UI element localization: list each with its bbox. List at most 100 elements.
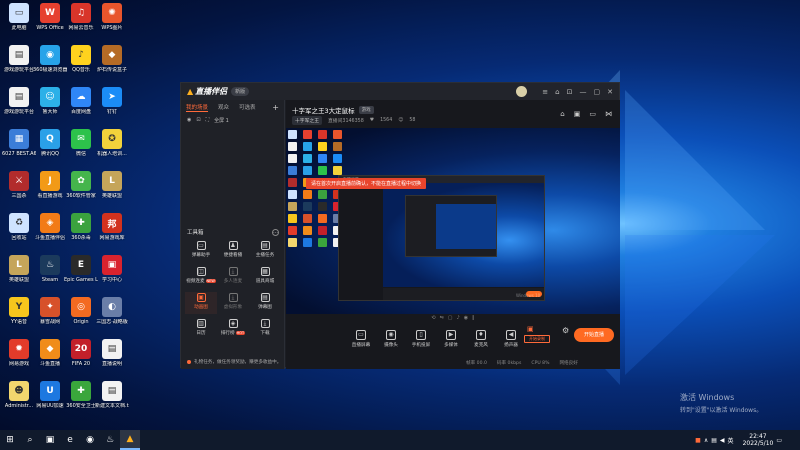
desktop-icon[interactable]: ♻ 回收站 bbox=[2, 213, 36, 249]
desktop-icon[interactable]: ▤ 新建文本文档.txt bbox=[95, 381, 129, 417]
desktop-icon[interactable]: ▣ 学习中心 bbox=[95, 255, 129, 291]
tool-item[interactable]: ◫ 视频连麦 NEW bbox=[185, 266, 217, 288]
task-view-icon[interactable]: ▣ bbox=[40, 430, 60, 450]
desktop-icon[interactable]: ✺ WPS图片 bbox=[95, 3, 129, 39]
desktop-icon[interactable]: Q 腾讯QQ bbox=[33, 129, 67, 165]
desktop-icon[interactable]: ☻ Administr... bbox=[2, 381, 36, 417]
desktop-icon[interactable]: ▭ 此电脑 bbox=[2, 3, 36, 39]
avatar[interactable] bbox=[516, 86, 528, 97]
desktop-icon[interactable]: ➤ 钉钉 bbox=[95, 87, 129, 123]
eye-icon[interactable]: ◉ bbox=[187, 117, 191, 123]
tool-item[interactable]: ▭ 弹幕助手 bbox=[185, 240, 217, 262]
network-icon[interactable]: ▤ bbox=[711, 437, 717, 444]
settings-icon[interactable]: ⚙ bbox=[562, 326, 569, 335]
source-button[interactable]: ▭ 直播屏幕 bbox=[346, 330, 376, 348]
tab-audience[interactable]: 观众 bbox=[218, 103, 229, 111]
maximize-icon[interactable]: ▢ bbox=[594, 88, 601, 96]
tool-item[interactable]: ⤓ 虚拟形象 bbox=[217, 292, 249, 314]
input-method[interactable]: 英 bbox=[728, 436, 734, 445]
bag-icon[interactable]: ▣ bbox=[574, 110, 581, 118]
desktop-icon[interactable]: ▤ 直播说明 bbox=[95, 339, 129, 375]
desktop-icon[interactable]: ✉ 微信 bbox=[64, 129, 98, 165]
source-button[interactable]: ♦ 麦克风 bbox=[466, 330, 496, 348]
desktop-icon[interactable]: 20 FIFA 20 bbox=[64, 339, 98, 375]
tray-chevron-icon[interactable]: ∧ bbox=[704, 437, 708, 444]
desktop-icon[interactable]: ✪ 机器人培训... bbox=[95, 129, 129, 165]
notification-center-icon[interactable]: ▭ bbox=[776, 437, 782, 444]
tool-item[interactable]: ▤ 主播任务 bbox=[249, 240, 281, 262]
desktop-icon[interactable]: ☺ 鲁大师 bbox=[33, 87, 67, 123]
source-button[interactable]: ▶ 多媒体 bbox=[436, 330, 466, 348]
desktop-icon[interactable]: L 英雄联盟 bbox=[2, 255, 36, 291]
desktop-icon[interactable]: ▤ 游戏游玩平台 bbox=[2, 87, 36, 123]
scene-item[interactable]: ◉ ⊡ ⛶ 全屏 1 bbox=[181, 114, 284, 126]
desktop-icon[interactable]: J 看直播游戏 bbox=[33, 171, 67, 207]
live-companion-icon[interactable]: ▲ bbox=[120, 430, 140, 450]
clock[interactable]: 22:47 2022/5/10 bbox=[743, 433, 774, 447]
desktop-icon[interactable]: ✹ 网易游戏 bbox=[2, 339, 36, 375]
search-icon[interactable]: ⌕ bbox=[20, 430, 40, 450]
record-button[interactable]: 开始录制 bbox=[524, 335, 550, 343]
desktop-icon[interactable]: ▦ 6027 BEST.A6 系... bbox=[2, 129, 36, 165]
close-icon[interactable]: ✕ bbox=[607, 88, 613, 96]
screen-icon[interactable]: ▭ bbox=[589, 110, 596, 118]
volume-icon[interactable]: ◀ bbox=[720, 437, 725, 444]
source-button[interactable]: ◀ 扬声器 bbox=[496, 330, 526, 348]
desktop-icon[interactable]: ◈ 斗鱼直播伴侣 bbox=[33, 213, 67, 249]
desktop-icon[interactable]: 邦网易游戏库 bbox=[95, 213, 129, 249]
record-icon[interactable]: ▣ bbox=[527, 325, 534, 333]
category-chip[interactable]: 十字军之王 bbox=[292, 116, 322, 125]
desktop-icon[interactable]: ◆ 炉石传说盒子 bbox=[95, 45, 129, 81]
desktop-icon[interactable]: ▤ 游戏游玩平台 bbox=[2, 45, 36, 81]
source-button[interactable]: ▯ 手机投屏 bbox=[406, 330, 436, 348]
lock-icon[interactable]: ⊡ bbox=[196, 117, 200, 123]
tab-optional[interactable]: 可选表 bbox=[239, 103, 256, 111]
pause-icon[interactable]: ∥ bbox=[472, 315, 475, 321]
more-icon[interactable]: … bbox=[272, 228, 279, 236]
edge-icon[interactable]: e bbox=[60, 430, 80, 450]
tool-item[interactable]: ▦ 道具商城 bbox=[249, 266, 281, 288]
tool-item[interactable]: ⤓ 下载 bbox=[249, 318, 281, 340]
desktop-icon[interactable]: ⚔ 三国杀 bbox=[2, 171, 36, 207]
room-tag[interactable]: 游戏 bbox=[358, 106, 374, 114]
tool-item[interactable]: ⤓ 多人连麦 bbox=[217, 266, 249, 288]
desktop-icon[interactable]: ◉ 360极速浏览器 bbox=[33, 45, 67, 81]
desktop-icon[interactable]: ◎ Origin bbox=[64, 297, 98, 333]
gift-icon[interactable]: ⌂ bbox=[560, 110, 564, 118]
desktop-icon[interactable]: ✦ 暴雪战网 bbox=[33, 297, 67, 333]
desktop-icon[interactable]: ✿ 360软件管家 bbox=[64, 171, 98, 207]
desktop-icon[interactable]: ◆ 斗鱼直播 bbox=[33, 339, 67, 375]
menu-icon[interactable]: ≡ bbox=[542, 88, 548, 96]
desktop-icon[interactable]: L 英雄联盟 bbox=[95, 171, 129, 207]
tab-scenes[interactable]: 我的场景 bbox=[186, 103, 209, 112]
start-live-button[interactable]: 开始直播 bbox=[574, 328, 614, 342]
desktop-icon[interactable]: ♫ 网易云音乐 bbox=[64, 3, 98, 39]
desktop-icon[interactable]: ✚ 360安全卫士 bbox=[64, 381, 98, 417]
tool-item[interactable]: ▥ 日历 bbox=[185, 318, 217, 340]
mute-icon[interactable]: ♪ bbox=[457, 315, 460, 321]
desktop-icon[interactable]: Y YY语音 bbox=[2, 297, 36, 333]
notification-dot-icon[interactable]: ■ bbox=[695, 437, 701, 444]
rotate-icon[interactable]: ⟲ bbox=[431, 315, 435, 321]
source-button[interactable]: ◉ 摄像头 bbox=[376, 330, 406, 348]
tool-item[interactable]: ▤ 弹幕图 bbox=[249, 292, 281, 314]
minimize-icon[interactable]: — bbox=[580, 88, 587, 96]
windows-start-icon[interactable]: ⊞ bbox=[0, 430, 20, 450]
desktop-icon[interactable]: ♨ Steam bbox=[33, 255, 67, 291]
desktop-icon[interactable]: ♪ QQ音乐 bbox=[64, 45, 98, 81]
pin-icon[interactable]: ⊡ bbox=[567, 88, 573, 96]
flip-icon[interactable]: ⇋ bbox=[440, 315, 444, 321]
room-title[interactable]: 十字军之王3大定鼠标 游戏 bbox=[292, 105, 374, 115]
desktop-icon[interactable]: ✚ 360杀毒 bbox=[64, 213, 98, 249]
crop-icon[interactable]: ▢ bbox=[448, 315, 453, 321]
tool-item[interactable]: ♟ 便捷看播 bbox=[217, 240, 249, 262]
desktop-icon[interactable]: ◐ 三国志·战略版 bbox=[95, 297, 129, 333]
version-badge[interactable]: 新版 bbox=[231, 87, 250, 96]
camera-icon[interactable]: ◉ bbox=[464, 315, 468, 321]
desktop-icon[interactable]: W WPS Office bbox=[33, 3, 67, 39]
stream-preview[interactable]: 直播伴侣 请在首次开启直播前确认，不能在直播过程中切换 Windows 10 bbox=[286, 128, 620, 314]
steam-icon[interactable]: ♨ bbox=[100, 430, 120, 450]
add-scene-icon[interactable]: + bbox=[272, 103, 279, 112]
desktop-icon[interactable]: E Epic Games Launcher bbox=[64, 255, 98, 291]
share-icon[interactable]: ⋈ bbox=[605, 110, 612, 118]
